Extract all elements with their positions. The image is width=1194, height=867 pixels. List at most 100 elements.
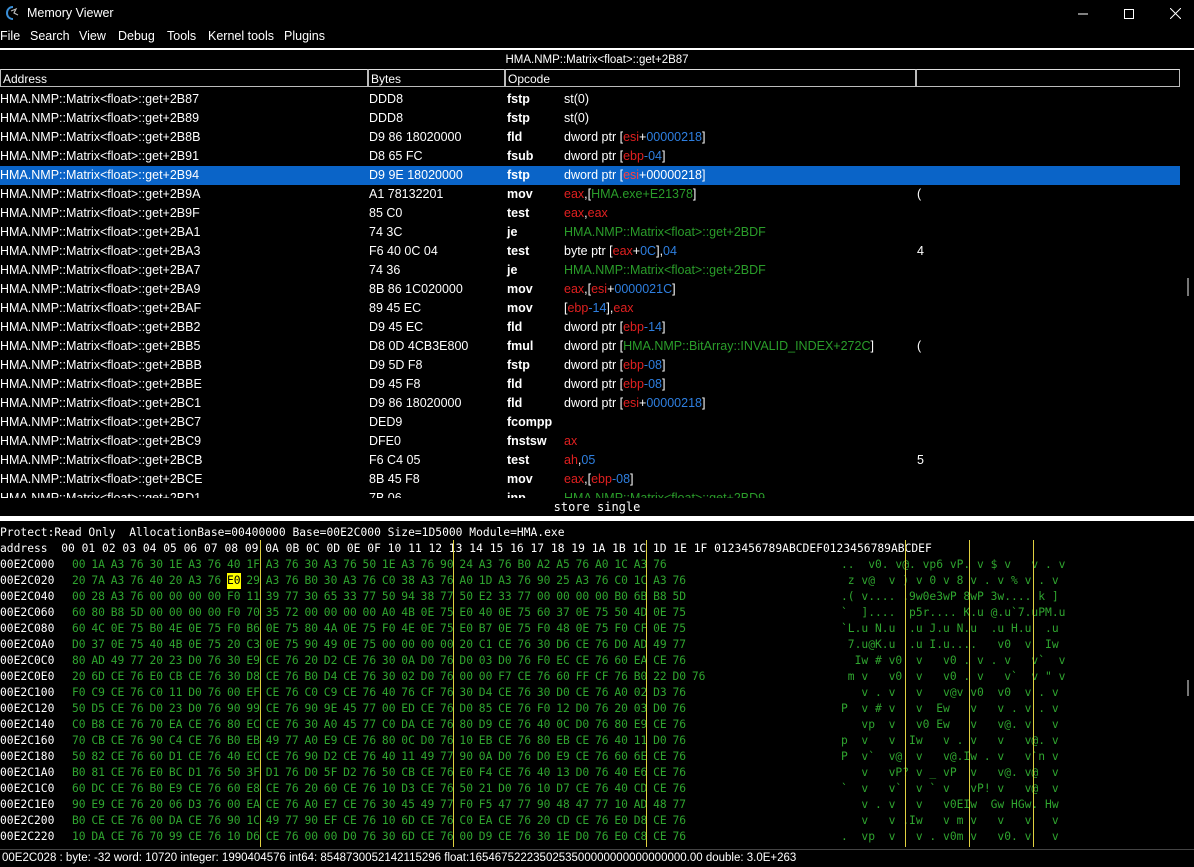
hex-byte[interactable]: 40 xyxy=(382,749,396,765)
hex-byte[interactable]: 76 xyxy=(440,653,454,669)
hex-byte[interactable]: D3 xyxy=(653,685,667,701)
hex-byte[interactable]: CD xyxy=(556,813,570,829)
hex-byte[interactable]: 30 xyxy=(304,557,318,573)
hex-byte[interactable]: 94 xyxy=(401,589,415,605)
hex-byte[interactable]: 76 xyxy=(208,765,222,781)
hex-byte[interactable]: 76 xyxy=(518,573,532,589)
hex-byte[interactable]: 76 xyxy=(672,733,686,749)
hex-byte[interactable]: 75 xyxy=(208,637,222,653)
hex-byte[interactable]: 76 xyxy=(440,733,454,749)
hex-byte[interactable]: 30 xyxy=(382,669,396,685)
hex-byte[interactable]: A0 xyxy=(304,733,318,749)
hex-byte[interactable]: A3 xyxy=(498,573,512,589)
hex-byte[interactable]: 75 xyxy=(672,605,686,621)
hex-byte[interactable]: 60 xyxy=(614,749,628,765)
hex-byte[interactable]: 23 xyxy=(169,701,183,717)
hex-byte[interactable]: B0 xyxy=(614,589,628,605)
hex-byte[interactable]: B0 xyxy=(227,733,241,749)
hex-byte[interactable]: 47 xyxy=(498,797,512,813)
hex-byte[interactable]: 77 xyxy=(518,589,532,605)
hex-byte[interactable]: 76 xyxy=(518,733,532,749)
hex-byte[interactable]: 0E xyxy=(498,605,512,621)
hex-byte[interactable]: DA xyxy=(401,717,415,733)
hex-byte[interactable]: 76 xyxy=(595,701,609,717)
hex-byte[interactable]: F0 xyxy=(537,653,551,669)
hex-byte[interactable]: 49 xyxy=(421,797,435,813)
hex-byte[interactable]: 99 xyxy=(246,701,260,717)
hex-byte[interactable]: 40 xyxy=(479,605,493,621)
hex-byte[interactable]: EB xyxy=(479,733,493,749)
hex-byte[interactable]: 76 xyxy=(421,557,435,573)
hex-byte[interactable]: 70 xyxy=(149,829,163,845)
column-bytes[interactable]: Bytes xyxy=(368,69,505,87)
disassembly-row[interactable]: HMA.NMP::Matrix<float>::get+2B8B D9 86 18… xyxy=(0,128,1180,147)
hex-byte[interactable]: 76 xyxy=(363,797,377,813)
hex-byte[interactable]: CE xyxy=(188,781,202,797)
hex-byte[interactable]: 40 xyxy=(537,765,551,781)
hex-byte[interactable]: CE xyxy=(576,685,590,701)
hex-row-ascii[interactable]: P v # v v Ew v v . v . v xyxy=(841,701,1059,717)
hex-byte[interactable]: CE xyxy=(498,733,512,749)
hex-row-ascii[interactable]: v . v v v@v v0 v0 v . v xyxy=(841,685,1058,701)
hex-byte[interactable]: 35 xyxy=(266,605,280,621)
hex-byte[interactable]: E0 xyxy=(614,829,628,845)
hex-byte[interactable]: 77 xyxy=(595,797,609,813)
hex-byte[interactable]: 33 xyxy=(498,589,512,605)
hex-byte[interactable]: D0 xyxy=(576,701,590,717)
hex-byte[interactable]: CE xyxy=(188,829,202,845)
hex-byte[interactable]: 23 xyxy=(169,653,183,669)
hex-byte[interactable]: 76 xyxy=(363,813,377,829)
hex-byte[interactable]: 76 xyxy=(595,749,609,765)
hex-byte[interactable]: 85 xyxy=(479,701,493,717)
hex-byte[interactable]: CE xyxy=(498,701,512,717)
hex-byte[interactable]: 60 xyxy=(72,621,86,637)
hex-byte[interactable]: 76 xyxy=(595,717,609,733)
hex-byte[interactable]: 00 xyxy=(227,685,241,701)
hex-byte[interactable]: B0 xyxy=(304,669,318,685)
hex-byte[interactable]: CE xyxy=(653,765,667,781)
hex-byte[interactable]: 76 xyxy=(130,589,144,605)
hex-byte[interactable]: 82 xyxy=(91,749,105,765)
hex-byte[interactable]: 49 xyxy=(653,637,667,653)
hex-byte[interactable]: CE xyxy=(343,797,357,813)
hex-byte[interactable]: 75 xyxy=(363,621,377,637)
hex-byte[interactable]: D0 xyxy=(556,685,570,701)
hex-byte[interactable]: F0 xyxy=(382,621,396,637)
hex-byte[interactable]: 1F xyxy=(246,557,260,573)
hex-byte[interactable]: 0E xyxy=(343,637,357,653)
hex-byte[interactable]: 30 xyxy=(537,829,551,845)
hex-row[interactable]: 00E2C160 70 CB CE 76 90 C4 CE 76 B0 EB 49 77 A0 E9 CE 76… xyxy=(0,733,1180,749)
hex-byte[interactable]: 76 xyxy=(518,829,532,845)
hex-byte[interactable]: E9 xyxy=(324,733,338,749)
hex-byte[interactable]: CE xyxy=(111,701,125,717)
hex-byte[interactable]: CB xyxy=(91,733,105,749)
hex-row[interactable]: 00E2C020 20 7A A3 76 40 20 A3 76 E0 29 A3 76 B0 30 A3 76… xyxy=(0,573,1180,589)
hex-byte[interactable]: 30 xyxy=(459,685,473,701)
hex-byte[interactable]: 76 xyxy=(440,717,454,733)
hex-byte[interactable]: 1E xyxy=(169,557,183,573)
hex-byte[interactable]: A3 xyxy=(576,573,590,589)
hex-byte[interactable]: 76 xyxy=(363,781,377,797)
hex-byte[interactable]: CE xyxy=(576,653,590,669)
hex-byte[interactable]: 90 xyxy=(440,557,454,573)
hex-byte[interactable]: E2 xyxy=(479,589,493,605)
hex-byte[interactable]: 77 xyxy=(440,589,454,605)
hex-byte[interactable]: A3 xyxy=(479,557,493,573)
hex-byte[interactable]: E9 xyxy=(91,797,105,813)
hex-byte[interactable]: 13 xyxy=(556,765,570,781)
hex-byte[interactable]: 50 xyxy=(363,557,377,573)
hex-byte[interactable]: CE xyxy=(576,749,590,765)
disassembly-row[interactable]: HMA.NMP::Matrix<float>::get+2BA1 74 3C je H… xyxy=(0,223,1180,242)
hex-byte[interactable]: B0 xyxy=(72,813,86,829)
hex-byte[interactable]: EF xyxy=(246,685,260,701)
hex-byte[interactable]: B8 xyxy=(653,589,667,605)
disassembly-row[interactable]: HMA.NMP::Matrix<float>::get+2B87 DDD8 fstp… xyxy=(0,90,1180,109)
hex-byte[interactable]: C0 xyxy=(614,573,628,589)
hex-byte[interactable]: 75 xyxy=(595,621,609,637)
hex-byte[interactable]: CE xyxy=(111,685,125,701)
hex-byte[interactable]: 4B xyxy=(169,637,183,653)
hex-byte[interactable]: 60 xyxy=(72,781,86,797)
hex-byte[interactable]: 77 xyxy=(285,813,299,829)
hex-byte[interactable]: E0 xyxy=(149,669,163,685)
hex-byte[interactable]: 20 xyxy=(537,813,551,829)
